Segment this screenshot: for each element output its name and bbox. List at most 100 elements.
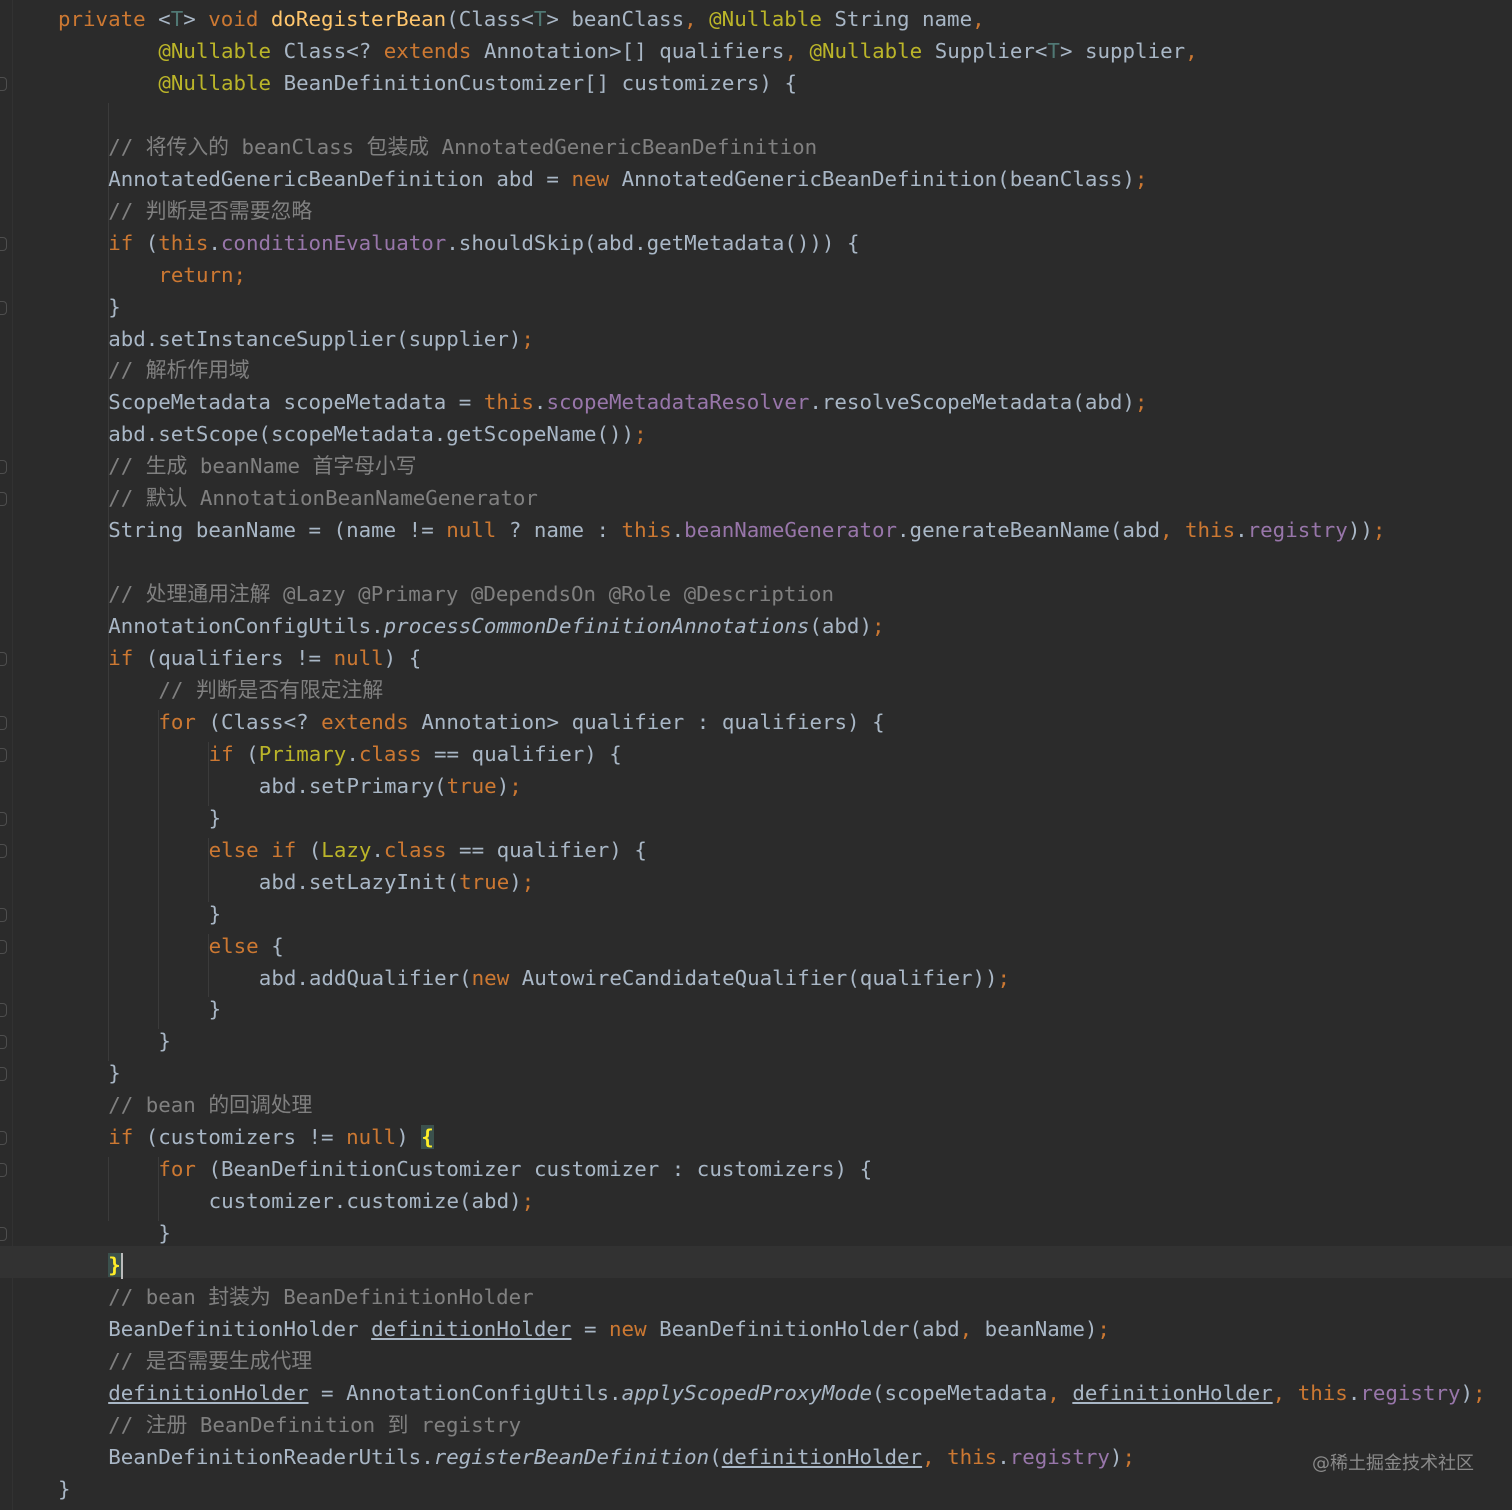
code-line[interactable]: for (Class<? extends Annotation> qualifi… — [158, 706, 884, 738]
code-token: } — [158, 1029, 171, 1054]
code-token: . — [371, 837, 384, 862]
code-token: new — [571, 166, 622, 191]
code-token: this — [158, 230, 209, 255]
code-line[interactable]: // 处理通用注解 @Lazy @Primary @DependsOn @Rol… — [108, 578, 834, 610]
code-line[interactable]: BeanDefinitionReaderUtils.registerBeanDe… — [108, 1441, 1135, 1473]
code-line[interactable]: definitionHolder = AnnotationConfigUtils… — [108, 1377, 1485, 1409]
code-line[interactable]: ScopeMetadata scopeMetadata = this.scope… — [108, 386, 1147, 418]
code-line[interactable]: } — [209, 993, 222, 1025]
code-line[interactable]: } — [108, 291, 121, 323]
fold-marker-icon[interactable] — [0, 715, 7, 730]
code-editor[interactable]: private <T> void doRegisterBean(Class<T>… — [0, 0, 1512, 1510]
code-token: definitionHolder — [108, 1380, 309, 1405]
code-token: Lazy — [321, 837, 372, 862]
code-line[interactable]: // 是否需要生成代理 — [108, 1345, 312, 1377]
code-token: . — [533, 390, 547, 415]
fold-marker-icon[interactable] — [0, 843, 7, 858]
code-token: > supplier — [1059, 38, 1186, 63]
code-token: String beanName = (name != — [108, 518, 447, 543]
code-token: ; — [871, 614, 885, 639]
code-line[interactable]: } — [158, 1217, 171, 1249]
fold-marker-icon[interactable] — [0, 236, 7, 251]
code-line[interactable]: private <T> void doRegisterBean(Class<T>… — [58, 3, 985, 35]
code-line[interactable]: // 将传入的 beanClass 包装成 AnnotatedGenericBe… — [108, 131, 817, 163]
fold-marker-icon[interactable] — [0, 460, 7, 475]
code-token: { — [271, 933, 284, 958]
code-line[interactable]: if (customizers != null) { — [108, 1121, 434, 1153]
code-line[interactable]: // 判断是否需要忽略 — [108, 195, 312, 227]
fold-marker-icon[interactable] — [0, 1227, 7, 1242]
code-line[interactable]: abd.addQualifier(new AutowireCandidateQu… — [259, 962, 1010, 994]
code-line[interactable]: } — [58, 1473, 71, 1505]
code-line[interactable]: } — [158, 1025, 171, 1057]
code-token: ) — [1109, 1444, 1123, 1469]
fold-marker-icon[interactable] — [0, 492, 7, 507]
code-token: processCommonDefinitionAnnotations — [383, 614, 810, 639]
code-token: .shouldSkip(abd.getMetadata())) { — [446, 230, 860, 255]
code-token: ) — [496, 773, 510, 798]
code-line[interactable]: // 注册 BeanDefinition 到 registry — [108, 1409, 521, 1441]
code-line[interactable]: // 判断是否有限定注解 — [158, 674, 383, 706]
code-token: (qualifiers != — [145, 646, 334, 670]
code-token: > beanClass — [546, 7, 685, 31]
fold-marker-icon[interactable] — [0, 1003, 7, 1018]
code-line[interactable]: // bean 封装为 BeanDefinitionHolder — [108, 1281, 534, 1313]
code-token: @Nullable — [809, 38, 935, 63]
code-line[interactable]: @Nullable BeanDefinitionCustomizer[] cus… — [158, 67, 797, 99]
code-token: , — [1272, 1380, 1298, 1405]
code-token: abd.setLazyInit( — [258, 869, 460, 894]
code-line[interactable]: return; — [158, 259, 246, 291]
code-line[interactable]: if (this.conditionEvaluator.shouldSkip(a… — [108, 227, 859, 259]
editor-gutter[interactable] — [0, 0, 13, 1510]
code-line[interactable]: else if (Lazy.class == qualifier) { — [209, 834, 647, 866]
code-line[interactable]: abd.setInstanceSupplier(supplier); — [108, 323, 534, 355]
code-line[interactable]: String beanName = (name != null ? name :… — [108, 514, 1385, 546]
code-line[interactable]: } — [209, 802, 222, 834]
code-line[interactable]: } — [108, 1057, 121, 1089]
code-token: (BeanDefinitionCustomizer customizer : c… — [208, 1157, 873, 1182]
code-line[interactable]: } — [108, 1249, 123, 1281]
code-line[interactable]: abd.setScope(scopeMetadata.getScopeName(… — [108, 418, 646, 450]
code-token: .resolveScopeMetadata(abd) — [809, 390, 1135, 415]
code-token: if — [108, 1125, 146, 1150]
code-line[interactable]: AnnotatedGenericBeanDefinition abd = new… — [108, 163, 1147, 195]
code-line[interactable]: AnnotationConfigUtils.processCommonDefin… — [108, 610, 884, 642]
code-token: this — [947, 1444, 998, 1469]
code-line[interactable]: // 生成 beanName 首字母小写 — [108, 450, 416, 482]
code-line[interactable]: } — [209, 898, 222, 930]
code-line[interactable]: abd.setLazyInit(true); — [259, 866, 535, 898]
code-token: } — [158, 1221, 171, 1246]
code-line[interactable]: if (Primary.class == qualifier) { — [209, 738, 622, 770]
fold-marker-icon[interactable] — [0, 1163, 7, 1178]
code-token: new — [609, 1316, 660, 1341]
code-line[interactable]: // 解析作用域 — [108, 354, 250, 386]
code-token: AnnotatedGenericBeanDefinition(beanClass… — [621, 166, 1135, 191]
code-token: . — [671, 518, 685, 543]
code-line[interactable]: customizer.customize(abd); — [209, 1185, 535, 1217]
code-token: } — [108, 1253, 121, 1278]
fold-marker-icon[interactable] — [0, 1067, 7, 1082]
code-line[interactable]: @Nullable Class<? extends Annotation>[] … — [158, 35, 1197, 67]
code-token: for — [158, 1157, 209, 1182]
code-token: ( — [709, 1444, 722, 1469]
fold-marker-icon[interactable] — [0, 907, 7, 922]
code-line[interactable]: // bean 的回调处理 — [108, 1089, 312, 1121]
code-line[interactable]: // 默认 AnnotationBeanNameGenerator — [108, 482, 538, 514]
code-line[interactable]: BeanDefinitionHolder definitionHolder = … — [108, 1313, 1110, 1345]
fold-marker-icon[interactable] — [0, 652, 7, 666]
fold-marker-icon[interactable] — [0, 747, 7, 762]
code-token: @Nullable — [158, 70, 284, 95]
fold-marker-icon[interactable] — [0, 811, 7, 826]
fold-marker-icon[interactable] — [0, 300, 7, 315]
code-line[interactable]: else { — [209, 930, 284, 962]
code-token: Supplier< — [934, 38, 1048, 63]
fold-marker-icon[interactable] — [0, 1131, 7, 1146]
code-token: { — [421, 1125, 434, 1150]
fold-marker-icon[interactable] — [0, 1035, 7, 1050]
code-token: beanNameGenerator — [684, 518, 898, 543]
code-line[interactable]: for (BeanDefinitionCustomizer customizer… — [158, 1153, 872, 1185]
code-line[interactable]: abd.setPrimary(true); — [259, 770, 522, 802]
fold-marker-icon[interactable] — [0, 939, 7, 954]
fold-marker-icon[interactable] — [0, 76, 7, 91]
code-line[interactable]: if (qualifiers != null) { — [108, 642, 421, 674]
